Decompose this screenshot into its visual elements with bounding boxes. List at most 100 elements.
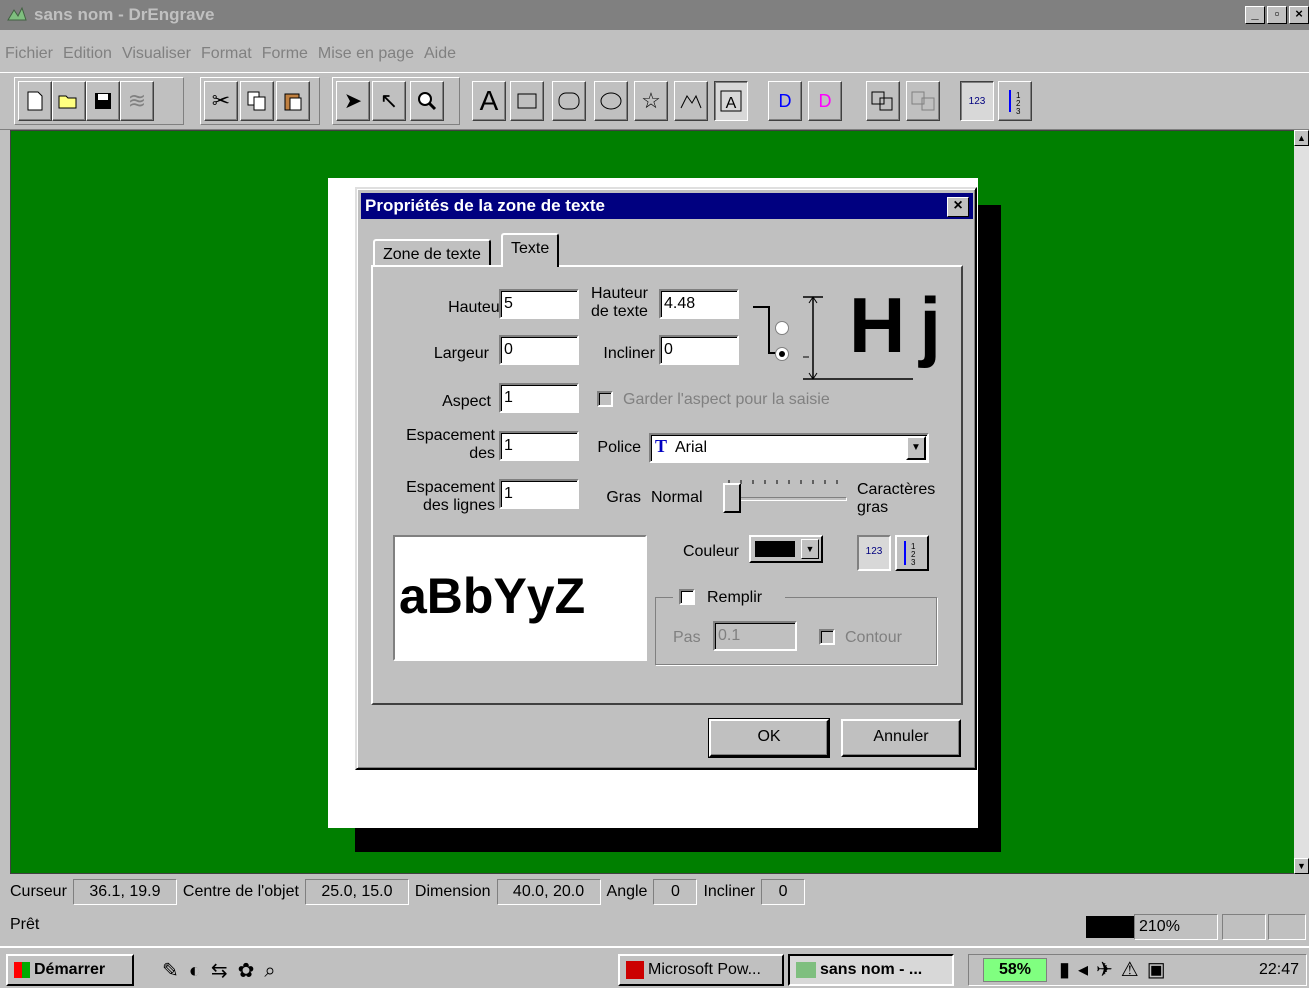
pas-input[interactable]: 0.1 [713,621,797,651]
radio-bottom-icon[interactable] [775,347,789,361]
menu-visualiser[interactable]: Visualiser [117,45,196,63]
curseur-label: Curseur [10,883,67,900]
horizontal-ruler-icon[interactable]: 123 [960,81,994,121]
menu-mise-en-page[interactable]: Mise en page [313,45,419,63]
text-properties-dialog: Propriétés de la zone de texte × Zone de… [355,187,977,770]
garder-aspect-checkbox[interactable] [597,391,613,407]
text-tool-icon[interactable]: A [472,81,506,121]
taskbar-powerpoint[interactable]: Microsoft Pow... [618,954,784,986]
close-button[interactable]: × [1289,6,1309,24]
hj-sample-glyph: Hj [849,281,955,369]
rounded-rectangle-icon[interactable] [552,81,586,121]
save-icon[interactable] [86,81,120,121]
window-title: sans nom - DrEngrave [34,5,215,24]
battery-meter[interactable]: 58% [983,958,1047,982]
police-dropdown-icon[interactable]: ▼ [906,436,926,460]
pointer-icon[interactable]: ➤ [336,81,370,121]
annuler-button[interactable]: Annuler [841,719,961,757]
clock[interactable]: 22:47 [1259,961,1299,979]
menu-forme[interactable]: Forme [257,45,313,63]
menu-aide[interactable]: Aide [419,45,461,63]
scroll-down-icon[interactable]: ▼ [1294,858,1309,874]
star-icon[interactable]: ☆ [634,81,668,121]
ellipse-icon[interactable] [594,81,628,121]
vertical-scrollbar[interactable]: ▲ ▼ [1294,130,1309,874]
incliner-status-value: 0 [761,879,806,905]
maximize-button[interactable]: ▫ [1267,6,1287,24]
toolbar: ≋ ✂ ➤ ↖ A ☆ A D D 123 123 [0,72,1309,130]
largeur-input[interactable]: 0 [499,335,579,365]
dialog-title-bar: Propriétés de la zone de texte × [361,193,973,219]
gras-slider-track[interactable] [723,497,847,501]
scroll-up-icon[interactable]: ▲ [1294,130,1309,146]
node-edit-icon[interactable]: ↖ [372,81,406,121]
zoom-icon[interactable] [410,81,444,121]
status-panel-empty-1 [1222,914,1266,940]
engrave-icon[interactable]: ≋ [120,81,154,121]
contour-label: Contour [845,629,902,646]
angle-value: 0 [653,879,698,905]
espacement-lignes-input[interactable]: 1 [499,479,579,509]
copy-icon[interactable] [240,81,274,121]
aspect-input[interactable]: 1 [499,383,579,413]
caracteres-gras-label: Caractères gras [857,481,936,516]
open-folder-icon[interactable] [52,81,86,121]
minimize-button[interactable]: _ [1245,6,1265,24]
menu-format[interactable]: Format [196,45,257,63]
curseur-value: 36.1, 19.9 [72,879,177,905]
text-frame-icon[interactable]: A [714,81,748,121]
pas-label: Pas [673,629,701,646]
preview-text: aBbYyZ [399,568,586,624]
tab-texte[interactable]: Texte [501,233,560,267]
menu-edition[interactable]: Edition [58,45,117,63]
truetype-icon: T [655,436,668,456]
tray-icons[interactable]: ▮◂✈⚠▣ [1059,957,1174,982]
vertical-ruler-toggle-icon[interactable]: 123 [895,535,929,571]
contour-checkbox[interactable] [819,629,835,645]
ungroup-icon[interactable] [906,81,940,121]
remplir-label: Remplir [707,589,763,606]
vertical-ruler-icon[interactable]: 123 [998,81,1032,121]
dialog-close-icon[interactable]: × [947,197,969,217]
cut-icon[interactable]: ✂ [204,81,238,121]
status-panel-empty-2 [1268,914,1306,940]
current-color-indicator [1086,916,1134,938]
incliner-input[interactable]: 0 [659,335,739,365]
duplicate-blue-icon[interactable]: D [768,81,802,121]
remplir-legend: Remplir [673,585,785,607]
remplir-checkbox[interactable] [679,589,695,605]
gras-slider-thumb[interactable] [723,483,741,513]
police-value: Arial [675,439,708,456]
rectangle-icon[interactable] [510,81,544,121]
radio-top-icon[interactable] [775,321,789,335]
hauteur-texte-input[interactable]: 4.48 [659,289,739,319]
couleur-dropdown-icon[interactable]: ▼ [801,539,819,559]
quicklaunch-icons[interactable]: ✎◐⇆✿⌕ [162,958,286,983]
new-file-icon[interactable] [18,81,52,121]
duplicate-magenta-icon[interactable]: D [808,81,842,121]
taskbar-drengrave[interactable]: sans nom - ... [788,954,954,986]
couleur-label: Couleur [682,543,739,560]
ok-button[interactable]: OK [708,718,830,758]
hauteur-input[interactable]: 5 [499,289,579,319]
start-button[interactable]: Démarrer [6,954,134,986]
gras-label: Gras [606,489,641,506]
group-icon[interactable] [866,81,900,121]
aspect-label: Aspect [442,393,491,410]
menu-fichier[interactable]: Fichier [0,45,58,63]
espacement-des-input[interactable]: 1 [499,431,579,461]
dimension-label: Dimension [414,883,491,900]
angle-label: Angle [606,883,648,900]
couleur-picker[interactable]: ▼ [749,535,823,563]
paste-icon[interactable] [276,81,310,121]
hauteur-texte-label: Hauteur de texte [591,285,648,320]
color-swatch [755,541,795,557]
police-select[interactable]: T Arial ▼ [649,433,929,463]
svg-text:A: A [726,95,737,112]
svg-text:3: 3 [1016,107,1021,114]
polyline-icon[interactable] [674,81,708,121]
horizontal-ruler-toggle-icon[interactable]: 123 [857,535,891,571]
tab-zone-de-texte[interactable]: Zone de texte [373,239,491,267]
espacement-des-label: Espacement des [406,427,495,462]
coordinates-statusbar: Curseur 36.1, 19.9 Centre de l'objet 25.… [0,876,1309,908]
